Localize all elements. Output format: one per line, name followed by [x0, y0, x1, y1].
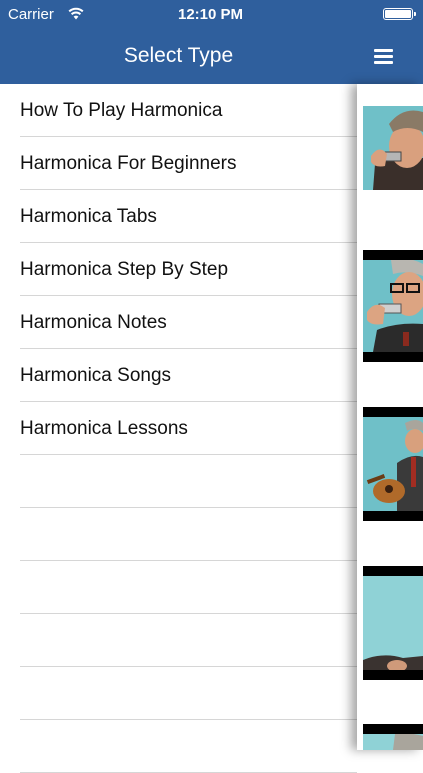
thumbnail-image — [363, 576, 423, 670]
empty-row — [0, 455, 357, 508]
video-thumbnail[interactable] — [363, 724, 423, 750]
menu-item[interactable]: Harmonica Tabs — [0, 190, 357, 243]
menu-item[interactable]: Harmonica Step By Step — [0, 243, 357, 296]
menu-item-label: Harmonica Songs — [20, 365, 172, 386]
type-menu: How To Play Harmonica Harmonica For Begi… — [0, 84, 357, 773]
video-thumbnail[interactable] — [363, 250, 423, 362]
menu-item[interactable]: Harmonica For Beginners — [0, 137, 357, 190]
menu-item-label: Harmonica Notes — [20, 312, 167, 333]
hamburger-icon[interactable] — [374, 49, 393, 65]
empty-row — [0, 720, 357, 773]
menu-item-label: Harmonica Step By Step — [20, 259, 229, 280]
thumbnail-image — [363, 734, 423, 750]
top-bar: Carrier 12:10 PM Select Type — [0, 0, 423, 84]
status-bar: Carrier 12:10 PM — [0, 0, 423, 28]
video-thumbnail[interactable] — [363, 407, 423, 521]
content-panel[interactable] — [357, 84, 423, 750]
menu-item[interactable]: Harmonica Lessons — [0, 402, 357, 455]
thumbnail-image — [363, 260, 423, 352]
empty-row — [0, 667, 357, 720]
page-title: Select Type — [123, 44, 234, 67]
menu-item-label: Harmonica For Beginners — [20, 153, 237, 174]
wifi-icon — [68, 7, 84, 20]
thumbnail-image — [363, 417, 423, 511]
thumbnail-image — [363, 106, 423, 190]
menu-item[interactable]: Harmonica Songs — [0, 349, 357, 402]
video-thumbnail[interactable] — [363, 566, 423, 680]
carrier-label: Carrier — [8, 6, 54, 23]
menu-item[interactable]: Harmonica Notes — [0, 296, 357, 349]
battery-icon — [383, 8, 416, 20]
menu-item-label: Harmonica Lessons — [20, 418, 188, 439]
menu-item[interactable]: How To Play Harmonica — [0, 84, 357, 137]
empty-row — [0, 508, 357, 561]
video-thumbnail[interactable] — [363, 106, 423, 190]
menu-item-label: Harmonica Tabs — [20, 206, 157, 227]
empty-row — [0, 561, 357, 614]
empty-row — [0, 614, 357, 667]
menu-item-label: How To Play Harmonica — [20, 100, 223, 121]
status-time: 12:10 PM — [178, 6, 244, 23]
